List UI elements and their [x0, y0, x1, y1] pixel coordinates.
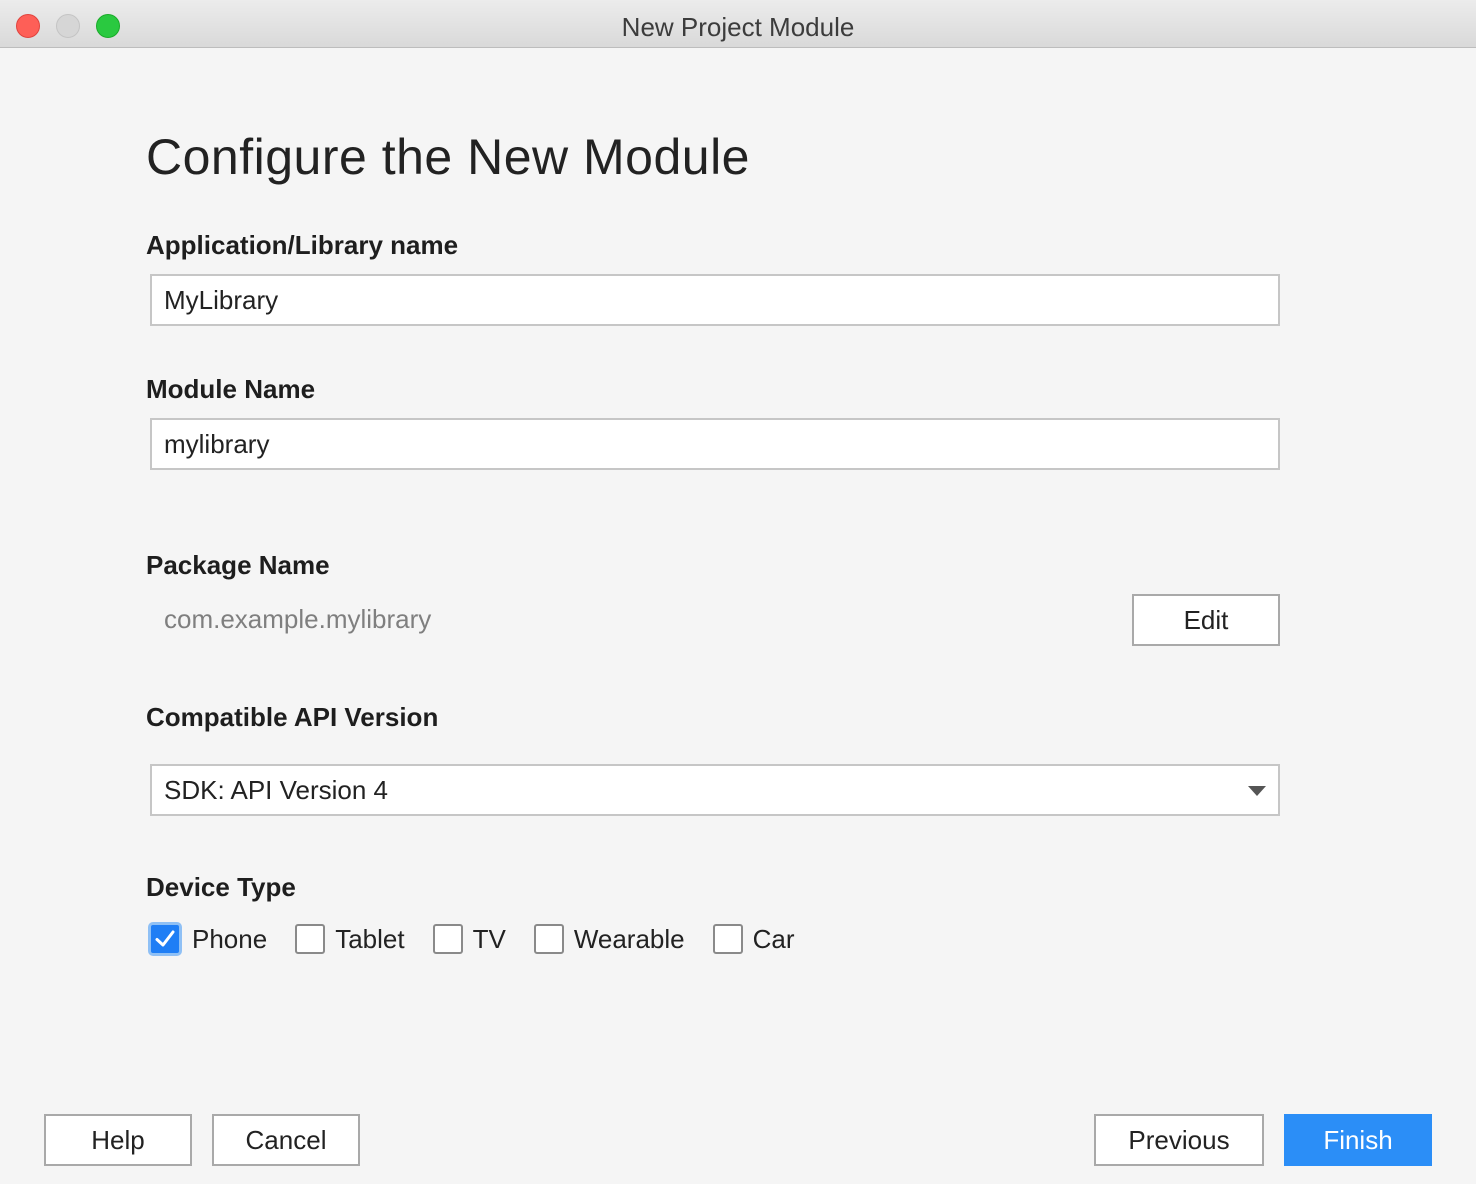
tv-label: TV — [472, 923, 506, 954]
car-label: Car — [752, 923, 795, 954]
package-name-label: Package Name — [146, 550, 330, 580]
finish-button[interactable]: Finish — [1284, 1114, 1432, 1166]
api-version-label: Compatible API Version — [146, 702, 439, 732]
api-version-select[interactable]: SDK: API Version 4 — [150, 764, 1280, 816]
edit-package-button[interactable]: Edit — [1132, 594, 1280, 646]
tv-checkbox[interactable] — [432, 924, 463, 954]
wearable-label: Wearable — [573, 923, 685, 954]
api-version-selected: SDK: API Version 4 — [164, 774, 389, 805]
title-bar: New Project Module — [0, 0, 1476, 48]
page-title: Configure the New Module — [146, 129, 750, 185]
package-name-value: com.example.mylibrary — [164, 604, 432, 634]
previous-button[interactable]: Previous — [1094, 1114, 1264, 1166]
phone-checkbox[interactable] — [148, 922, 182, 956]
help-button[interactable]: Help — [44, 1114, 192, 1166]
device-type-group: Phone Tablet TV Wearable Car — [148, 922, 823, 956]
module-name-field[interactable] — [150, 418, 1280, 470]
wearable-checkbox[interactable] — [533, 924, 564, 954]
device-option-tablet[interactable]: Tablet — [295, 923, 405, 955]
module-name-label: Module Name — [146, 374, 316, 404]
window-title: New Project Module — [621, 12, 855, 42]
device-option-wearable[interactable]: Wearable — [533, 923, 685, 955]
cancel-button[interactable]: Cancel — [212, 1114, 360, 1166]
tablet-label: Tablet — [335, 923, 405, 954]
device-option-tv[interactable]: TV — [432, 923, 506, 955]
checkmark-icon — [155, 930, 175, 947]
chevron-down-icon — [1248, 786, 1266, 796]
device-option-car[interactable]: Car — [712, 923, 795, 955]
tablet-checkbox[interactable] — [295, 924, 326, 954]
device-type-label: Device Type — [146, 872, 296, 902]
phone-label: Phone — [192, 923, 268, 954]
app-name-label: Application/Library name — [146, 230, 459, 260]
app-name-field[interactable] — [150, 274, 1280, 326]
device-option-phone[interactable]: Phone — [148, 922, 267, 956]
car-checkbox[interactable] — [712, 924, 743, 954]
